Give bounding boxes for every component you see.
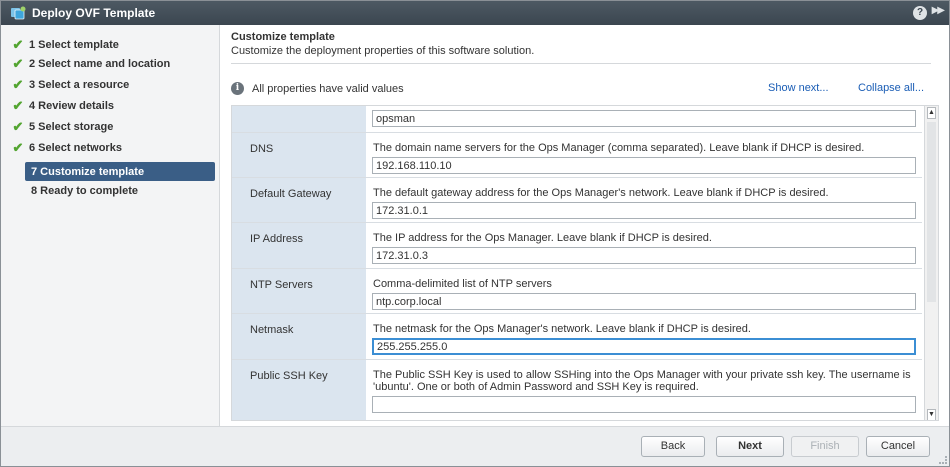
property-label: DNS xyxy=(250,143,274,155)
property-description: The netmask for the Ops Manager's networ… xyxy=(373,323,751,335)
property-description: The IP address for the Ops Manager. Leav… xyxy=(373,232,712,244)
property-description: The default gateway address for the Ops … xyxy=(373,187,829,199)
help-icon[interactable]: ? xyxy=(913,6,927,20)
check-icon: ✔ xyxy=(12,97,24,113)
step-select-name-location[interactable]: ✔ 2 Select name and location xyxy=(5,54,215,73)
step-label: 6 Select networks xyxy=(29,141,122,154)
title-bar: Deploy OVF Template ? ▶▶ xyxy=(1,1,949,25)
property-label: IP Address xyxy=(250,233,303,245)
ovf-template-icon xyxy=(11,6,26,20)
info-icon: i xyxy=(231,82,244,95)
validity-text: All properties have valid values xyxy=(252,82,404,95)
gateway-field[interactable] xyxy=(372,202,916,219)
property-row-gateway: Default Gateway The default gateway addr… xyxy=(232,178,922,223)
property-row-ip: IP Address The IP address for the Ops Ma… xyxy=(232,223,922,269)
back-button[interactable]: Back xyxy=(641,436,705,457)
check-icon: ✔ xyxy=(12,55,24,71)
scroll-thumb[interactable] xyxy=(927,122,936,302)
netmask-field[interactable] xyxy=(372,338,916,355)
property-row-ssh-key: Public SSH Key The Public SSH Key is use… xyxy=(232,360,922,420)
finish-button[interactable]: Finish xyxy=(791,436,859,457)
properties-scrollbar[interactable]: ▲ ▼ xyxy=(924,106,938,420)
page-title: Customize template xyxy=(231,31,335,43)
scroll-up-icon[interactable]: ▲ xyxy=(927,107,936,119)
step-review-details[interactable]: ✔ 4 Review details xyxy=(5,96,215,115)
step-customize-template[interactable]: 7 Customize template xyxy=(25,162,215,181)
check-icon: ✔ xyxy=(12,118,24,134)
collapse-all-link[interactable]: Collapse all... xyxy=(858,82,924,94)
property-description: Comma-delimited list of NTP servers xyxy=(373,278,552,290)
wizard-steps: ✔ 1 Select template ✔ 2 Select name and … xyxy=(1,25,220,426)
property-description: The Public SSH Key is used to allow SSHi… xyxy=(373,369,911,393)
validity-status: i All properties have valid values xyxy=(231,82,404,95)
cancel-button[interactable]: Cancel xyxy=(866,436,930,457)
ip-address-field[interactable] xyxy=(372,247,916,264)
property-row-ntp: NTP Servers Comma-delimited list of NTP … xyxy=(232,269,922,314)
scroll-down-icon[interactable]: ▼ xyxy=(927,409,936,420)
property-description: The domain name servers for the Ops Mana… xyxy=(373,142,865,154)
hostname-field[interactable] xyxy=(372,110,916,127)
main-content: Customize template Customize the deploym… xyxy=(221,25,949,426)
ssh-key-field[interactable] xyxy=(372,396,916,413)
check-icon: ✔ xyxy=(12,36,24,52)
expand-icon[interactable]: ▶▶ xyxy=(932,5,945,16)
step-select-storage[interactable]: ✔ 5 Select storage xyxy=(5,117,215,136)
property-label: Netmask xyxy=(250,324,294,336)
step-label: 4 Review details xyxy=(29,99,114,112)
deploy-ovf-dialog: Deploy OVF Template ? ▶▶ ✔ 1 Select temp… xyxy=(0,0,950,467)
step-label: 7 Customize template xyxy=(31,165,145,178)
page-subtitle: Customize the deployment properties of t… xyxy=(231,45,535,57)
step-select-template[interactable]: ✔ 1 Select template xyxy=(5,35,215,54)
next-button[interactable]: Next xyxy=(716,436,784,457)
step-label: 8 Ready to complete xyxy=(31,184,138,197)
property-row xyxy=(232,106,922,133)
step-label: 5 Select storage xyxy=(29,120,114,133)
step-ready-to-complete[interactable]: 8 Ready to complete xyxy=(25,181,215,200)
check-icon: ✔ xyxy=(12,139,24,155)
property-label: Default Gateway xyxy=(250,188,332,200)
step-select-resource[interactable]: ✔ 3 Select a resource xyxy=(5,75,215,94)
dialog-footer: Back Next Finish Cancel xyxy=(1,426,949,466)
step-label: 1 Select template xyxy=(29,38,119,51)
property-label: Public SSH Key xyxy=(250,370,328,382)
property-row-netmask: Netmask The netmask for the Ops Manager'… xyxy=(232,314,922,360)
properties-panel: DNS The domain name servers for the Ops … xyxy=(231,105,939,421)
dns-field[interactable] xyxy=(372,157,916,174)
step-select-networks[interactable]: ✔ 6 Select networks xyxy=(5,138,215,157)
check-icon: ✔ xyxy=(12,76,24,92)
ntp-servers-field[interactable] xyxy=(372,293,916,310)
dialog-title: Deploy OVF Template xyxy=(32,6,156,20)
resize-handle[interactable] xyxy=(939,456,947,464)
property-label: NTP Servers xyxy=(250,279,313,291)
divider xyxy=(231,63,931,64)
step-label: 3 Select a resource xyxy=(29,78,130,91)
step-label: 2 Select name and location xyxy=(29,57,171,70)
show-next-link[interactable]: Show next... xyxy=(768,82,829,94)
property-row-dns: DNS The domain name servers for the Ops … xyxy=(232,133,922,178)
